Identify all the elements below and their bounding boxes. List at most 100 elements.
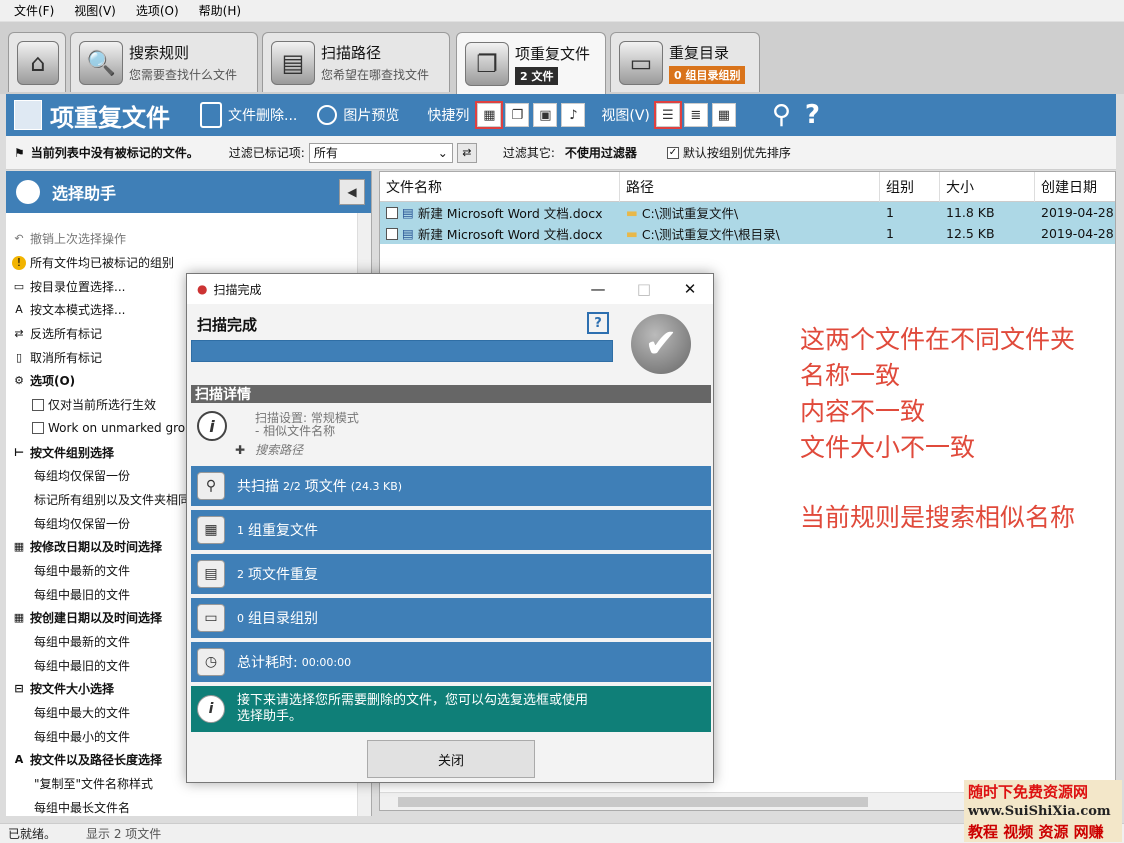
menu-options[interactable]: 选项(O) xyxy=(128,2,191,19)
menu-view[interactable]: 视图(V) xyxy=(66,2,128,19)
column-header-path[interactable]: 路径 xyxy=(620,171,880,202)
sidebar-item[interactable]: ↶ 撤销上次选择操作 xyxy=(6,227,371,251)
scanned-size: (24.3 KB) xyxy=(350,479,403,493)
tab-duplicate-files[interactable]: ❐ 项重复文件 2 文件 xyxy=(456,32,606,94)
sidebar-item-label: 撤销上次选择操作 xyxy=(30,232,127,247)
duplicate-files-icon: ❐ xyxy=(465,41,509,86)
selection-assistant-title: 选择助手 xyxy=(52,184,117,203)
checkmark-icon: ✔ xyxy=(631,314,691,374)
table-cell-path: ▬ C:\测试重复文件\根目录\ xyxy=(620,224,880,243)
trash-icon xyxy=(200,102,222,128)
info-icon: i xyxy=(197,695,225,723)
toolbar-title-text: 项重复文件 xyxy=(50,103,170,132)
sidebar-item[interactable]: ! 所有文件均已被标记的组别 xyxy=(6,251,371,275)
minimize-button[interactable]: — xyxy=(575,280,621,298)
annotation-rule: 当前规则是搜索相似名称 xyxy=(800,503,1076,532)
table-cell-size: 11.8 KB xyxy=(940,205,1035,220)
image-preview-button[interactable]: 图片预览 xyxy=(317,105,399,125)
info-icon: i xyxy=(197,411,227,441)
duplicate-files-bar: ▤ 2 项文件重复 xyxy=(191,554,711,594)
sidebar-item-label: 每组中最新的文件 xyxy=(34,635,131,650)
row-checkbox[interactable] xyxy=(386,227,398,240)
scanned-prefix: 共扫描 xyxy=(237,479,279,495)
cell-text: 2019-04-28 xyxy=(1041,226,1114,241)
maximize-button[interactable]: □ xyxy=(621,280,667,298)
text-icon: A xyxy=(15,303,23,317)
table-cell-name: ▤ 新建 Microsoft Word 文档.docx xyxy=(380,203,620,222)
magnifier-icon: 🔍 xyxy=(79,40,123,85)
folder-icon: ▭ xyxy=(619,40,663,85)
sidebar-item[interactable]: 每组中最长文件名 xyxy=(6,796,371,817)
column-header-group[interactable]: 组别 xyxy=(880,171,940,202)
tab-scan-paths[interactable]: ▤ 扫描路径 您希望在哪查找文件 xyxy=(262,32,450,92)
tab-duplicate-files-title: 项重复文件 xyxy=(515,44,591,63)
table-row[interactable]: ▤ 新建 Microsoft Word 文档.docx ▬ C:\测试重复文件\根目录… xyxy=(380,223,1115,244)
column-header-name[interactable]: 文件名称 xyxy=(380,171,620,202)
sidebar-item-label: 反选所有标记 xyxy=(30,327,103,342)
tree-icon: ⊢ xyxy=(13,445,25,459)
tab-duplicate-folders[interactable]: ▭ 重复目录 0 组目录组别 xyxy=(610,32,760,92)
camera-icon xyxy=(317,105,338,125)
column-header-size[interactable]: 大小 xyxy=(940,171,1035,202)
view-menu-button[interactable]: 视图(V) xyxy=(601,105,650,125)
refresh-filter-button[interactable]: ⇄ xyxy=(456,142,477,163)
view-list-button[interactable]: ☰ xyxy=(653,101,682,129)
sidebar-item-label: 每组中最长文件名 xyxy=(34,800,131,815)
delete-files-button[interactable]: 文件删除... xyxy=(200,102,297,128)
invert-icon: ⇄ xyxy=(14,327,24,341)
dup-label: 项文件重复 xyxy=(248,567,318,583)
sidebar-item-label: 所有文件均已被标记的组别 xyxy=(30,256,175,271)
duplicate-groups-bar: ▦ 1 组重复文件 xyxy=(191,510,711,550)
sort-by-group-checkbox[interactable]: ✓ 默认按组别优先排序 xyxy=(666,144,791,161)
elapsed-time-bar: ◷ 总计耗时: 00:00:00 xyxy=(191,642,711,682)
tab-search-rules-title: 搜索规则 xyxy=(129,44,190,62)
view-tiles-button[interactable]: ▦ xyxy=(711,103,736,127)
tab-duplicate-files-badge: 2 文件 xyxy=(515,66,559,85)
filter-marked-value: 所有 xyxy=(313,146,338,160)
scrollbar-thumb[interactable] xyxy=(398,797,868,807)
next-step-line2: 选择助手。 xyxy=(237,709,303,724)
tab-search-rules[interactable]: 🔍 搜索规则 您需要查找什么文件 xyxy=(70,32,258,92)
filter-other-label: 过滤其它: xyxy=(502,146,555,160)
view-details-button[interactable]: ≣ xyxy=(683,103,708,127)
file-list-rows: ▤ 新建 Microsoft Word 文档.docx ▬ C:\测试重复文件\ 1 11… xyxy=(380,202,1115,244)
selection-assistant-header: 选择助手 ◀ xyxy=(6,171,371,213)
duplicate-files-icon xyxy=(14,100,42,130)
scan-progress-bar xyxy=(191,340,613,362)
row-checkbox[interactable] xyxy=(386,206,398,219)
search-icon: ⚲ xyxy=(197,472,225,500)
annotation-text: 这两个文件在不同文件夹 名称一致 内容不一致 文件大小不一致 xyxy=(800,322,1075,466)
help-icon[interactable]: ? xyxy=(587,312,609,334)
folder-icon: ▬ xyxy=(626,205,638,220)
calendar-icon: ▦ xyxy=(13,611,25,625)
help-icon[interactable]: ? xyxy=(805,100,820,130)
table-row[interactable]: ▤ 新建 Microsoft Word 文档.docx ▬ C:\测试重复文件\ 1 11… xyxy=(380,202,1115,223)
filter-marked-select[interactable]: 所有 ⌄ xyxy=(308,142,453,163)
cell-text: 1 xyxy=(886,226,894,241)
menu-file[interactable]: 文件(F) xyxy=(6,2,66,19)
menu-help[interactable]: 帮助(H) xyxy=(191,2,253,19)
table-cell-name: ▤ 新建 Microsoft Word 文档.docx xyxy=(380,224,620,243)
close-button[interactable]: 关闭 xyxy=(367,740,535,778)
word-document-icon: ▤ xyxy=(402,226,414,241)
table-cell-date: 2019-04-28 xyxy=(1035,205,1115,220)
collapse-panel-button[interactable]: ◀ xyxy=(339,179,365,205)
close-icon[interactable]: ✕ xyxy=(667,280,713,298)
sidebar-item-label: Work on unmarked gro xyxy=(48,421,186,436)
clear-icon: ▯ xyxy=(15,350,23,364)
time-label: 总计耗时: xyxy=(237,655,298,671)
tab-bar: ⌂ 🔍 搜索规则 您需要查找什么文件 ▤ 扫描路径 您希望在哪查找文件 ❐ 项重… xyxy=(0,22,1124,94)
columns-image-button[interactable]: ▣ xyxy=(533,103,558,127)
columns-grid-button[interactable]: ▦ xyxy=(475,101,504,129)
table-cell-group: 1 xyxy=(880,205,940,220)
columns-music-button[interactable]: ♪ xyxy=(561,103,586,127)
filter-other-value[interactable]: 不使用过滤器 xyxy=(565,144,637,161)
sidebar-item-label: 取消所有标记 xyxy=(30,350,103,365)
tab-home[interactable]: ⌂ xyxy=(8,32,66,92)
search-icon[interactable]: ⚲ xyxy=(772,100,791,130)
search-path-expander[interactable]: ✚ 搜索路径 xyxy=(235,441,303,458)
sidebar-item-label: 按修改日期以及时间选择 xyxy=(30,540,163,555)
sidebar-item-label: 每组中最旧的文件 xyxy=(34,587,131,602)
column-header-created[interactable]: 创建日期 xyxy=(1035,172,1115,202)
columns-window-button[interactable]: ❐ xyxy=(505,103,530,127)
